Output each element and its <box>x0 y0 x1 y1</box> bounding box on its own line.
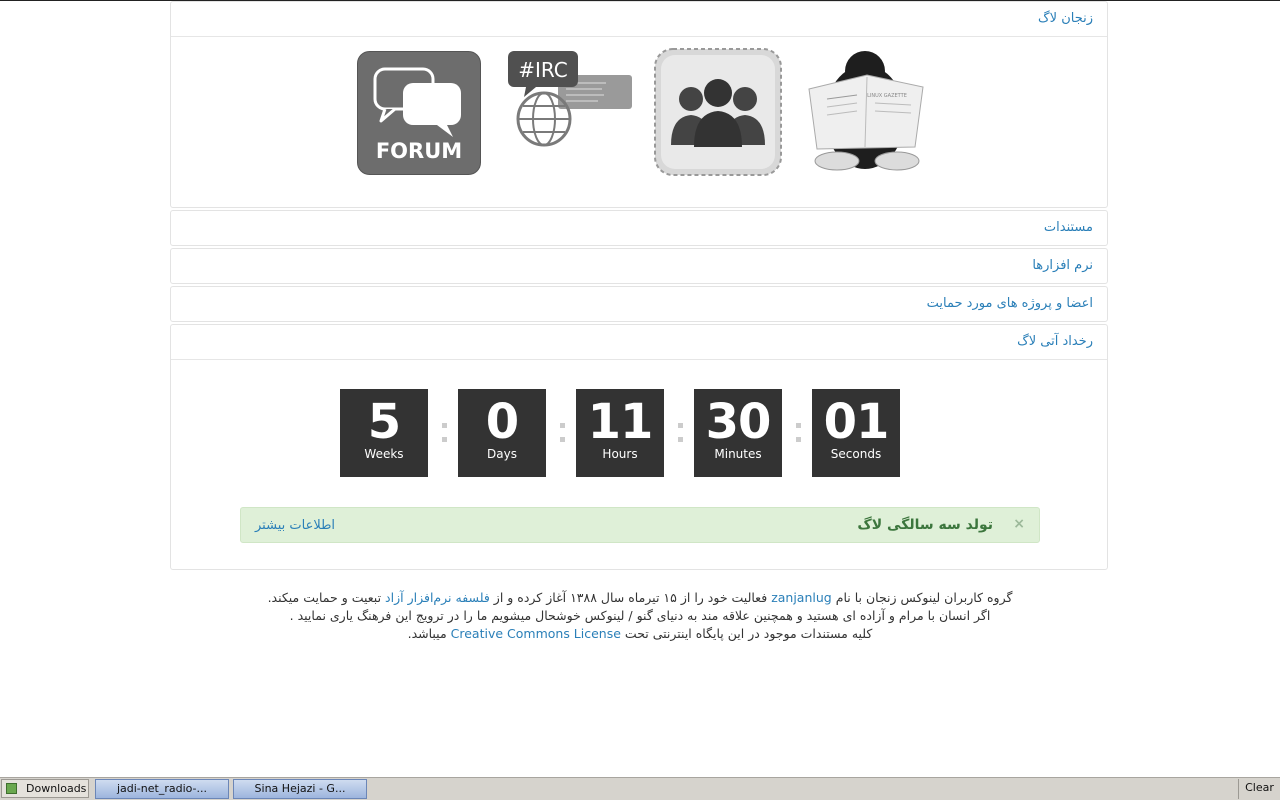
panel-zanjan-lug-title[interactable]: زنجان لاگ <box>1038 11 1093 26</box>
countdown-separator <box>559 419 565 449</box>
countdown-seconds-value: 01 <box>823 394 890 450</box>
zanjanlug-link[interactable]: zanjanlug <box>771 590 832 605</box>
event-title: تولد سه سالگی لاگ <box>857 517 993 533</box>
forum-link[interactable]: FORUM <box>357 51 481 179</box>
panel-upcoming-event-header[interactable]: رخداد آتی لاگ <box>171 325 1107 360</box>
event-alert: × تولد سه سالگی لاگ اطلاعات بیشتر <box>240 507 1040 543</box>
tux-newspaper-icon: LINUX GAZETTE <box>808 51 924 171</box>
countdown-weeks-value: 5 <box>367 394 401 450</box>
panel-members-header[interactable]: اعضا و پروژه های مورد حمایت <box>171 287 1107 321</box>
footer-text-part: میباشد. <box>407 626 447 641</box>
group-people-icon <box>654 48 782 176</box>
downloads-label: Downloads <box>26 782 87 795</box>
countdown-separator <box>795 419 801 449</box>
countdown-minutes: 30 Minutes <box>694 389 782 477</box>
footer-text-part: تبعیت و حمایت میکند. <box>267 590 382 605</box>
taskbar-task-item[interactable]: jadi-net_radio-... <box>95 779 229 799</box>
countdown-separator <box>677 419 683 449</box>
countdown-weeks: 5 Weeks <box>340 389 428 477</box>
panel-zanjan-lug-header[interactable]: زنجان لاگ <box>171 2 1107 37</box>
footer-text-part: گروه کاربران لینوکس زنجان با نام <box>835 590 1013 605</box>
footer-text: گروه کاربران لینوکس زنجان با نام zanjanl… <box>240 589 1040 643</box>
panel-zanjan-lug: زنجان لاگ FORUM #IRC LINUX GAZETTE <box>170 1 1108 208</box>
footer-text-part: کلیه مستندات موجود در این پایگاه اینترنت… <box>624 626 873 641</box>
panel-members: اعضا و پروژه های مورد حمایت <box>170 286 1108 322</box>
alert-close-button[interactable]: × <box>1013 516 1025 532</box>
forum-icon-label: FORUM <box>376 139 462 163</box>
countdown-weeks-label: Weeks <box>364 447 404 461</box>
footer-line-3: کلیه مستندات موجود در این پایگاه اینترنت… <box>240 625 1040 643</box>
panel-documents-title[interactable]: مستندات <box>1044 220 1093 235</box>
clear-button[interactable]: Clear <box>1238 779 1280 799</box>
panel-upcoming-event-title[interactable]: رخداد آتی لاگ <box>1017 334 1093 349</box>
community-icon-row: FORUM #IRC LINUX GAZETTE <box>171 38 1107 206</box>
taskbar-task-item[interactable]: Sina Hejazi - G... <box>233 779 367 799</box>
free-software-philosophy-link[interactable]: فلسفه نرم‌افزار آزاد <box>385 590 490 605</box>
more-info-link[interactable]: اطلاعات بیشتر <box>255 518 335 533</box>
countdown-seconds: 01 Seconds <box>812 389 900 477</box>
panel-software-title[interactable]: نرم افزارها <box>1032 258 1093 273</box>
footer-line-2: اگر انسان با مرام و آزاده ای هستید و همچ… <box>289 608 991 623</box>
forum-icon: FORUM <box>357 51 481 175</box>
irc-globe-icon: #IRC <box>508 51 632 147</box>
irc-link[interactable]: #IRC <box>506 49 634 153</box>
linux-gazette-link[interactable]: LINUX GAZETTE <box>803 47 933 181</box>
countdown-days-label: Days <box>487 447 517 461</box>
panel-documents: مستندات <box>170 210 1108 246</box>
irc-icon-label: #IRC <box>518 58 568 82</box>
taskbar: Downloads jadi-net_radio-... Sina Hejazi… <box>0 777 1280 800</box>
panel-software: نرم افزارها <box>170 248 1108 284</box>
members-link[interactable] <box>653 47 783 181</box>
newspaper-masthead: LINUX GAZETTE <box>867 93 907 99</box>
countdown-days-value: 0 <box>485 394 519 450</box>
footer-line-1: گروه کاربران لینوکس زنجان با نام zanjanl… <box>240 589 1040 607</box>
panel-upcoming-event: رخداد آتی لاگ 5 Weeks 0 Days 11 Hours 30… <box>170 324 1108 570</box>
countdown-minutes-value: 30 <box>705 394 772 450</box>
panel-software-header[interactable]: نرم افزارها <box>171 249 1107 283</box>
countdown-hours-value: 11 <box>587 394 654 450</box>
panel-members-title[interactable]: اعضا و پروژه های مورد حمایت <box>927 296 1093 311</box>
footer-text-part: فعالیت خود را از ۱۵ تیرماه سال ۱۳۸۸ آغاز… <box>493 590 768 605</box>
panel-documents-header[interactable]: مستندات <box>171 211 1107 245</box>
creative-commons-link[interactable]: Creative Commons License <box>451 626 621 641</box>
downloads-button[interactable]: Downloads <box>1 779 89 798</box>
countdown-hours: 11 Hours <box>576 389 664 477</box>
download-icon <box>6 783 17 794</box>
countdown-days: 0 Days <box>458 389 546 477</box>
countdown-separator <box>441 419 447 449</box>
